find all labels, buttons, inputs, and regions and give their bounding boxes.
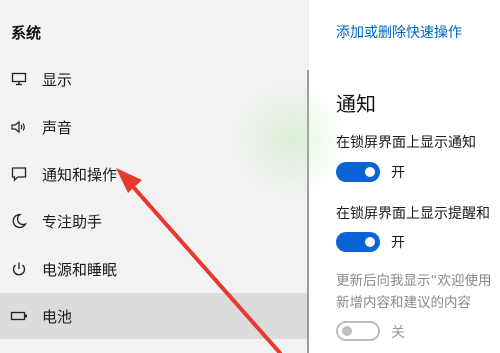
monitor-icon xyxy=(10,70,28,88)
moon-icon xyxy=(10,212,28,230)
sidebar-title: 系统 xyxy=(11,24,42,42)
notification-icon xyxy=(10,165,28,183)
toggle-state-label: 关 xyxy=(391,325,405,341)
add-remove-quick-actions-link[interactable]: 添加或删除快速操作 xyxy=(336,22,462,42)
background-glow xyxy=(230,80,350,200)
setting-label-welcome-experience-line2: 新增内容和建议的内容 xyxy=(336,295,471,311)
toggle-knob xyxy=(342,326,352,336)
sidebar-item-label: 显示 xyxy=(42,70,73,89)
sidebar-item-battery[interactable]: 电池 xyxy=(0,293,309,339)
sidebar-item-label: 电池 xyxy=(42,307,73,326)
speaker-icon xyxy=(10,118,28,136)
setting-label-welcome-experience-line1: 更新后向我显示“欢迎使用 xyxy=(336,273,492,289)
section-title-notifications: 通知 xyxy=(336,92,376,116)
sidebar-item-label: 电源和睡眠 xyxy=(42,260,118,279)
toggle-knob xyxy=(365,167,375,177)
sidebar-item-label: 专注助手 xyxy=(42,212,103,231)
sidebar-item-power-sleep[interactable]: 电源和睡眠 xyxy=(0,246,309,292)
welcome-experience-toggle[interactable] xyxy=(336,321,380,341)
lock-screen-notifications-toggle[interactable] xyxy=(336,162,380,182)
sidebar-item-label: 通知和操作 xyxy=(42,165,118,184)
setting-label-lock-screen-notifications: 在锁屏界面上显示通知 xyxy=(336,135,476,151)
sidebar-item-focus-assist[interactable]: 专注助手 xyxy=(0,198,309,244)
power-icon xyxy=(10,260,28,278)
setting-label-lock-screen-reminders: 在锁屏界面上显示提醒和 xyxy=(336,206,490,222)
settings-window: 系统 显示 声音 通知和操作 专注助手 电源和睡眠 电池 添加或删除快速操作 通… xyxy=(0,0,500,353)
toggle-knob xyxy=(365,237,375,247)
battery-icon xyxy=(10,307,28,325)
toggle-state-label: 开 xyxy=(391,235,405,251)
sidebar-item-label: 声音 xyxy=(42,118,73,137)
toggle-state-label: 开 xyxy=(391,165,405,181)
lock-screen-reminders-toggle[interactable] xyxy=(336,232,380,252)
